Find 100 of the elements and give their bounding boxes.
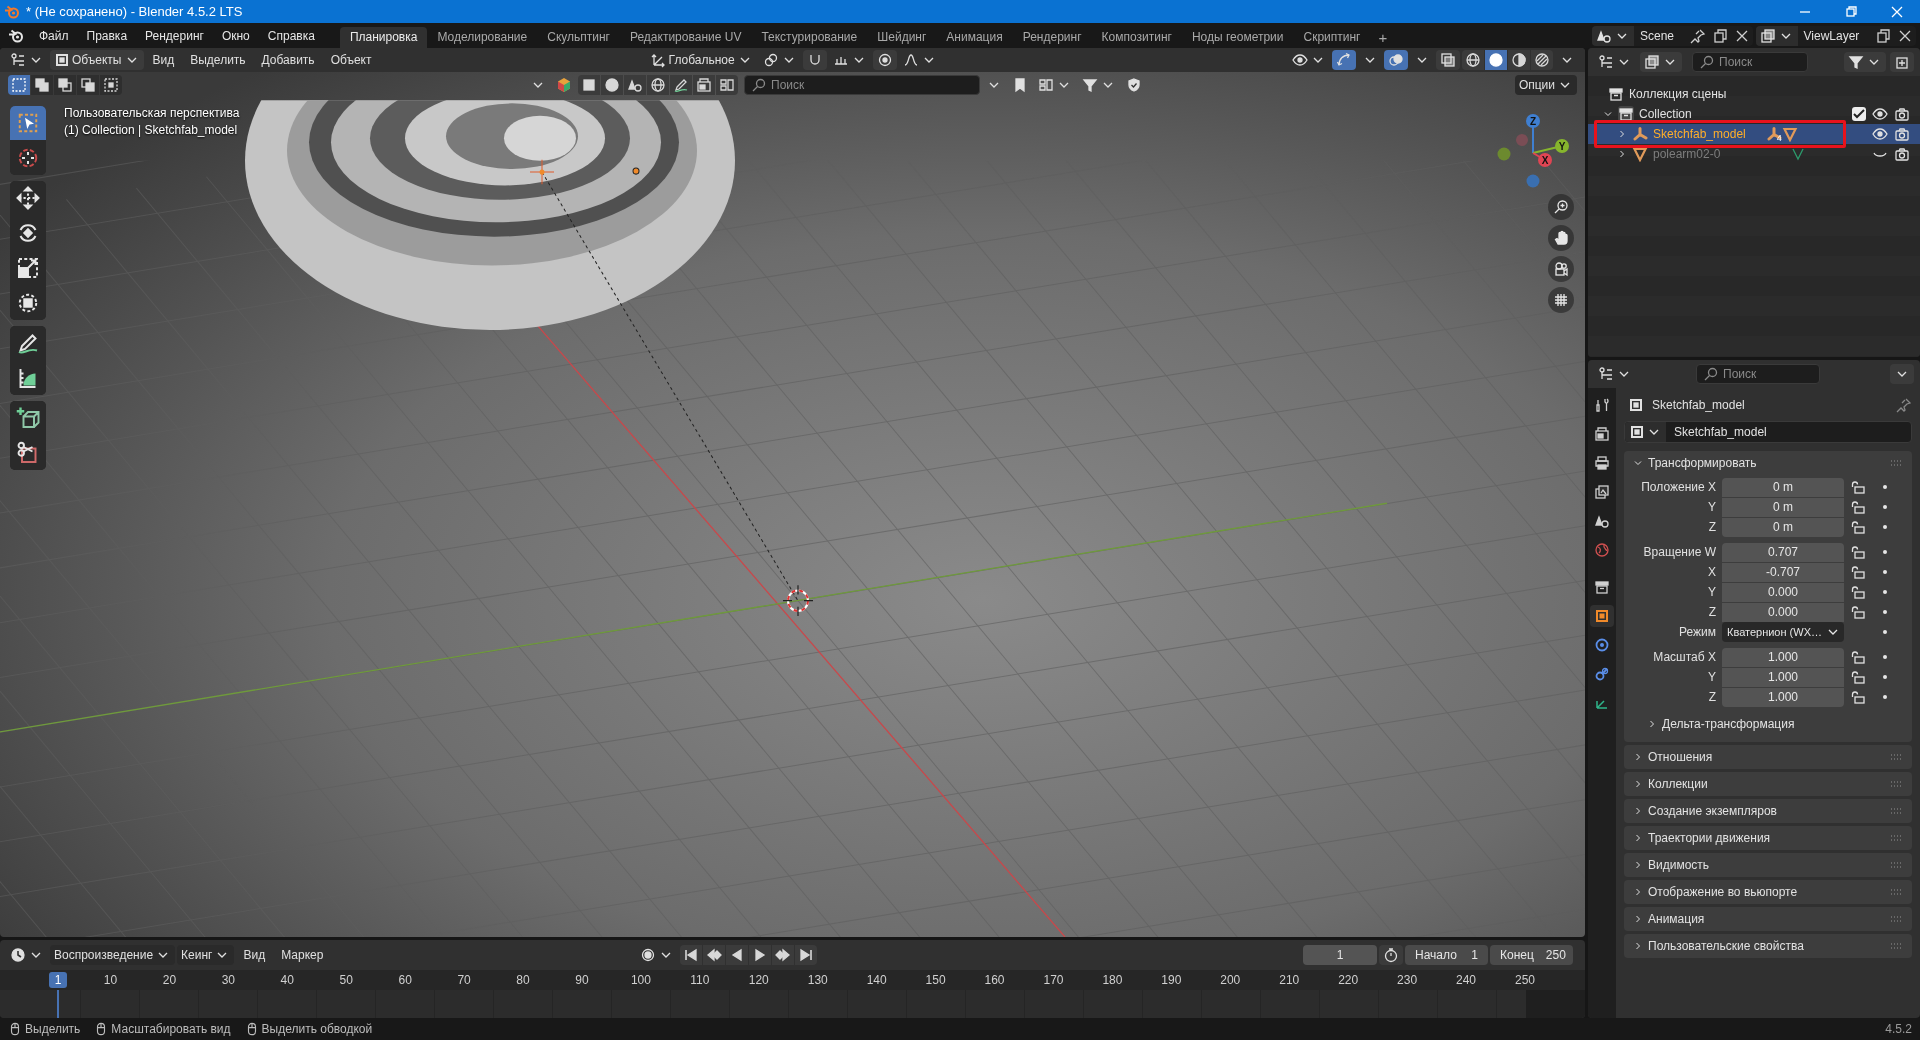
frame-number: 60 (397, 973, 413, 987)
rotation-mode-dropdown[interactable]: Кватернион (WX… (1722, 622, 1844, 642)
field-label: Режим (1678, 625, 1716, 639)
number-field[interactable]: 1.000 (1722, 687, 1844, 707)
workspace-tab[interactable]: Рендеринг (1012, 27, 1092, 48)
frame-number: 100 (629, 973, 652, 987)
number-field[interactable]: 1.000 (1722, 647, 1844, 667)
frame-number: 110 (689, 973, 711, 987)
workspace-tab[interactable]: Шейдинг (867, 27, 937, 48)
dropdown-menu[interactable]: Воспроизведение (50, 945, 176, 965)
search-field[interactable]: Поиск (744, 75, 980, 95)
frame-number: 150 (924, 973, 947, 987)
workspace-tab[interactable]: Скриптинг (1293, 27, 1371, 48)
field-label: Y (1707, 500, 1716, 514)
version-label: 4.5.2 (1885, 1022, 1912, 1036)
menu-item[interactable]: Справка (258, 25, 324, 46)
menu-item[interactable]: Файл (30, 25, 78, 46)
panel-title[interactable]: Анимация (1648, 912, 1705, 926)
frame-number: 250 (1513, 973, 1536, 987)
menu-item[interactable]: Добавить (254, 50, 322, 70)
panel-title[interactable]: Дельта-трансформация (1662, 717, 1795, 731)
menu-item[interactable]: Вид (145, 50, 182, 70)
outliner-item[interactable]: Коллекция сцены (1629, 87, 1727, 101)
outliner-item[interactable]: polearm02-0 (1653, 147, 1721, 161)
status-hint: Выделить обводкой (261, 1022, 373, 1036)
outliner-item[interactable]: Collection (1639, 107, 1692, 121)
field-label: Y (1707, 670, 1716, 684)
field-label: Z (1707, 520, 1716, 534)
frame-number: 240 (1455, 973, 1478, 987)
frame-number: 190 (1160, 973, 1183, 987)
frame-number: 140 (865, 973, 888, 987)
number-field[interactable]: 1.000 (1722, 667, 1844, 687)
frame-number: 80 (515, 973, 531, 987)
navigation-gizmo[interactable]: Z Y X (1497, 114, 1569, 188)
frame-number: 50 (338, 973, 354, 987)
panel-title[interactable]: Создание экземпляров (1648, 804, 1777, 818)
field-label: Z (1707, 690, 1716, 704)
search-field[interactable]: Поиск (1696, 364, 1820, 384)
number-field[interactable]: -0.707 (1722, 562, 1844, 582)
window-title: * (Не сохранено) - Blender 4.5.2 LTS (26, 4, 244, 19)
panel-title[interactable]: Пользовательские свойства (1648, 939, 1804, 953)
workspace-tab[interactable]: Ноды геометрии (1181, 27, 1294, 48)
view-name: Пользовательская перспектива (64, 106, 240, 120)
frame-number: 30 (220, 973, 236, 987)
frame-number: 10 (102, 973, 119, 987)
dropdown-menu[interactable]: Кеинг (177, 945, 235, 965)
options-dropdown[interactable]: Опции (1514, 75, 1577, 95)
workspace-tab[interactable]: Текстурирование (751, 27, 868, 48)
search-field[interactable]: Поиск (1692, 52, 1808, 72)
mode-dropdown[interactable]: Объекты (50, 50, 144, 70)
menu-item[interactable]: Выделить (183, 50, 253, 70)
workspace-tab[interactable]: Планировка (339, 27, 428, 48)
panel-title[interactable]: Отображение во вьюпорте (1648, 885, 1798, 899)
frame-number: 230 (1396, 973, 1419, 987)
context-info: (1) Collection | Sketchfab_model (64, 123, 239, 137)
end-frame-field[interactable]: Конец 250 (1490, 945, 1573, 965)
number-field[interactable]: 0.000 (1722, 602, 1844, 622)
frame-number: 220 (1337, 973, 1360, 987)
menu-item[interactable]: Правка (77, 25, 137, 46)
frame-number: 70 (456, 973, 472, 987)
workspace-tab[interactable]: Моделирование (427, 27, 538, 48)
panel-title[interactable]: Траектории движения (1648, 831, 1771, 845)
orientation-dropdown[interactable]: Глобальное (646, 50, 757, 70)
add-workspace-button[interactable]: + (1370, 27, 1396, 48)
panel-title[interactable]: Коллекции (1648, 777, 1708, 791)
number-field[interactable]: 0.000 (1722, 582, 1844, 602)
number-field[interactable]: 0 m (1722, 497, 1844, 517)
number-field[interactable]: 0 m (1722, 477, 1844, 497)
outliner-item[interactable]: Sketchfab_model (1653, 127, 1746, 141)
panel-title[interactable]: Отношения (1648, 750, 1713, 764)
child-count: 4 (1776, 133, 1782, 143)
frame-number: 20 (161, 973, 178, 987)
frame-number: 160 (983, 973, 1006, 987)
workspace-tab[interactable]: Композитинг (1091, 27, 1182, 48)
frame-number: 120 (747, 973, 770, 987)
panel-title[interactable]: Видимость (1648, 858, 1710, 872)
current-frame-field[interactable]: 1 (1303, 945, 1377, 965)
status-hint: Масштабировать вид (111, 1022, 231, 1036)
menu-item[interactable]: Маркер (274, 945, 331, 965)
number-field[interactable]: 0 m (1722, 517, 1844, 537)
field-label: Вращение W (1642, 545, 1716, 559)
workspace-tab[interactable]: Анимация (936, 27, 1013, 48)
workspace-tab[interactable]: Редактирование UV (619, 27, 752, 48)
frame-number: 210 (1278, 973, 1301, 987)
object-name: Sketchfab_model (1652, 398, 1745, 412)
status-hint: Выделить (25, 1022, 81, 1036)
frame-number: 40 (279, 973, 295, 987)
menu-item[interactable]: Объект (323, 50, 379, 70)
frame-number: 180 (1101, 973, 1124, 987)
playhead-frame[interactable]: 1 (49, 972, 67, 988)
workspace-tab[interactable]: Скульптинг (537, 27, 620, 48)
menu-item[interactable]: Рендеринг (136, 25, 213, 46)
field-label: X (1707, 565, 1716, 579)
start-frame-field[interactable]: Начало 1 (1405, 945, 1488, 965)
menu-item[interactable]: Вид (236, 945, 273, 965)
panel-title[interactable]: Трансформировать (1648, 456, 1757, 470)
object-name-field[interactable]: Sketchfab_model (1624, 421, 1912, 443)
menu-item[interactable]: Окно (212, 25, 259, 46)
frame-number: 90 (574, 973, 590, 987)
number-field[interactable]: 0.707 (1722, 542, 1844, 562)
